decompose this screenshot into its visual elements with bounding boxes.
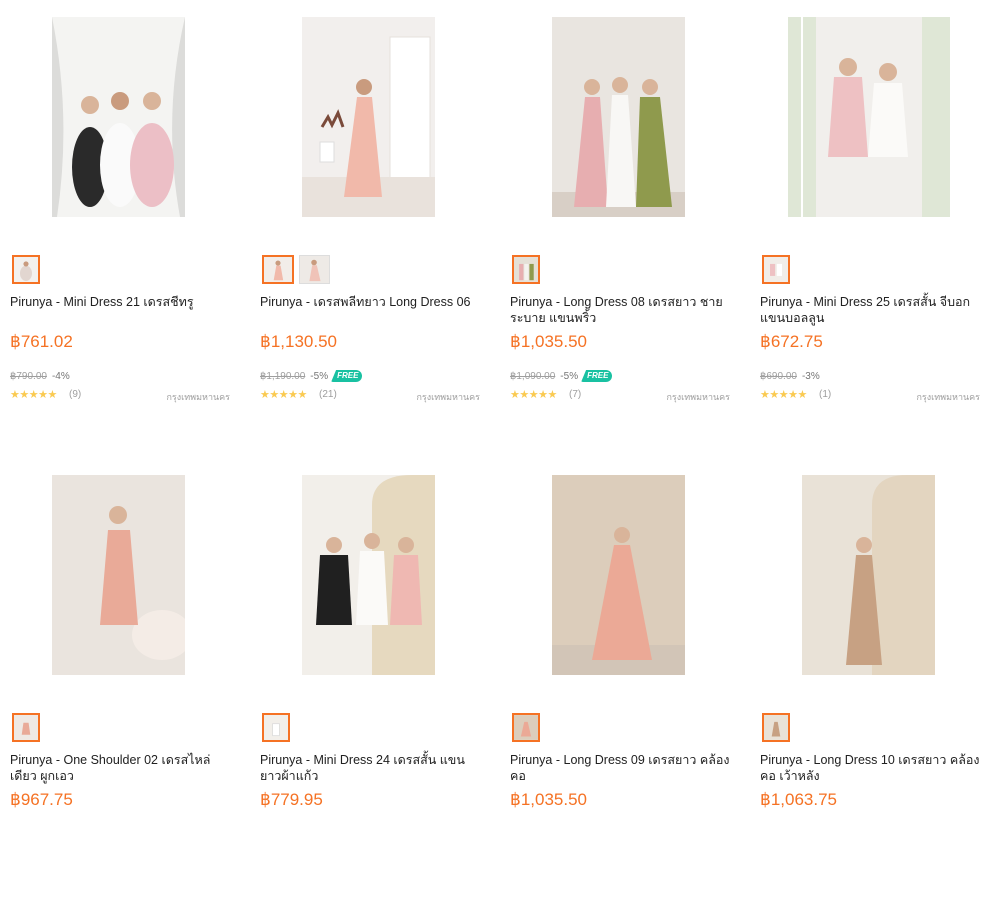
product-price: ฿1,035.50 <box>510 332 587 351</box>
product-card[interactable]: Pirunya - เดรสพลีทยาว Long Dress 06 ฿1,1… <box>260 0 490 440</box>
product-card[interactable]: Pirunya - Long Dress 10 เดรสยาว คล้องคอ … <box>760 458 990 898</box>
product-title[interactable]: Pirunya - เดรสพลีทยาว Long Dress 06 <box>260 294 482 310</box>
product-image[interactable] <box>52 17 185 217</box>
product-image[interactable] <box>552 475 685 675</box>
star-rating-icon: ★★★★★ <box>510 389 557 401</box>
product-price: ฿967.75 <box>10 790 73 809</box>
product-title[interactable]: Pirunya - One Shoulder 02 เดรสไหล่เดียว … <box>10 752 232 784</box>
discount-percent: -3% <box>801 370 820 382</box>
discount-percent: -5% <box>310 370 329 382</box>
rating-row: ★★★★★ (1) กรุงเทพมหานคร <box>760 388 982 402</box>
rating-row: ★★★★★ (7) กรุงเทพมหานคร <box>510 388 732 402</box>
original-price-row: ฿690.00 -3% <box>760 369 820 383</box>
product-title[interactable]: Pirunya - Mini Dress 21 เดรสชีทรู <box>10 294 232 310</box>
thumbnail[interactable] <box>762 255 790 284</box>
product-price: ฿1,035.50 <box>510 790 587 809</box>
product-image[interactable] <box>552 17 685 217</box>
product-card[interactable]: Pirunya - Mini Dress 25 เดรสสั้น จีบอก แ… <box>760 0 990 440</box>
product-title[interactable]: Pirunya - Long Dress 10 เดรสยาว คล้องคอ … <box>760 752 982 784</box>
product-title[interactable]: Pirunya - Mini Dress 25 เดรสสั้น จีบอก แ… <box>760 294 982 326</box>
product-image[interactable] <box>302 475 435 675</box>
product-title[interactable]: Pirunya - Long Dress 09 เดรสยาว คล้องคอ <box>510 752 732 784</box>
original-price: ฿1,190.00 <box>260 370 306 382</box>
product-card[interactable]: Pirunya - Mini Dress 24 เดรสสั้น แขนยาวผ… <box>260 458 490 898</box>
product-grid: Pirunya - Mini Dress 21 เดรสชีทรู ฿761.0… <box>0 0 992 813</box>
product-price: ฿1,130.50 <box>260 332 337 351</box>
rating-count: (9) <box>69 389 82 400</box>
original-price: ฿1,090.00 <box>510 370 556 382</box>
product-price: ฿1,063.75 <box>760 790 837 809</box>
thumbnail[interactable] <box>299 255 330 284</box>
discount-percent: -4% <box>51 370 70 382</box>
original-price: ฿690.00 <box>760 370 797 382</box>
thumbnail[interactable] <box>762 713 790 742</box>
discount-percent: -5% <box>560 370 579 382</box>
seller-location: กรุงเทพมหานคร <box>416 392 480 402</box>
free-shipping-badge: FREE <box>331 370 363 382</box>
product-image[interactable] <box>802 475 935 675</box>
product-price: ฿779.95 <box>260 790 323 809</box>
thumbnail[interactable] <box>512 255 540 284</box>
product-card[interactable]: Pirunya - One Shoulder 02 เดรสไหล่เดียว … <box>10 458 240 898</box>
thumbnail[interactable] <box>12 713 40 742</box>
product-price: ฿761.02 <box>10 332 73 351</box>
seller-location: กรุงเทพมหานคร <box>916 392 980 402</box>
rating-count: (21) <box>319 389 337 400</box>
product-price: ฿672.75 <box>760 332 823 351</box>
thumbnail[interactable] <box>262 255 294 284</box>
thumbnail[interactable] <box>12 255 40 284</box>
rating-row: ★★★★★ (9) กรุงเทพมหานคร <box>10 388 232 402</box>
product-image[interactable] <box>52 475 185 675</box>
product-title[interactable]: Pirunya - Mini Dress 24 เดรสสั้น แขนยาวผ… <box>260 752 482 784</box>
original-price-row: ฿1,190.00 -5% FREE <box>260 369 363 383</box>
product-card[interactable]: Pirunya - Long Dress 09 เดรสยาว คล้องคอ … <box>510 458 740 898</box>
rating-count: (7) <box>569 389 582 400</box>
product-title[interactable]: Pirunya - Long Dress 08 เดรสยาว ชายระบาย… <box>510 294 732 326</box>
star-rating-icon: ★★★★★ <box>760 389 807 401</box>
thumbnail[interactable] <box>262 713 290 742</box>
product-image[interactable] <box>788 17 950 217</box>
original-price: ฿790.00 <box>10 370 47 382</box>
seller-location: กรุงเทพมหานคร <box>666 392 730 402</box>
seller-location: กรุงเทพมหานคร <box>166 392 230 402</box>
free-shipping-badge: FREE <box>581 370 613 382</box>
rating-row: ★★★★★ (21) กรุงเทพมหานคร <box>260 388 482 402</box>
product-card[interactable]: Pirunya - Long Dress 08 เดรสยาว ชายระบาย… <box>510 0 740 440</box>
original-price-row: ฿1,090.00 -5% FREE <box>510 369 613 383</box>
product-card[interactable]: Pirunya - Mini Dress 21 เดรสชีทรู ฿761.0… <box>10 0 240 440</box>
thumbnail[interactable] <box>512 713 540 742</box>
original-price-row: ฿790.00 -4% <box>10 369 70 383</box>
star-rating-icon: ★★★★★ <box>260 389 307 401</box>
rating-count: (1) <box>819 389 832 400</box>
star-rating-icon: ★★★★★ <box>10 389 57 401</box>
product-image[interactable] <box>302 17 435 217</box>
